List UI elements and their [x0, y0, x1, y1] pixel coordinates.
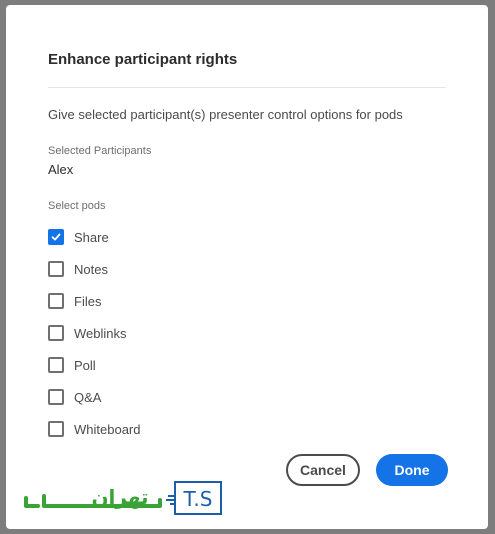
watermark-logo: تهران T.S: [24, 481, 222, 515]
pod-option-qa[interactable]: Q&A: [48, 381, 140, 413]
pod-checkbox-list: Share Notes Files Weblinks Poll Q&A Whit…: [48, 221, 140, 445]
watermark-brand-text: تهران: [91, 485, 148, 509]
files-checkbox[interactable]: [48, 293, 64, 309]
pod-option-share[interactable]: Share: [48, 221, 140, 253]
select-pods-label: Select pods: [48, 200, 106, 212]
share-label: Share: [74, 229, 109, 245]
title-divider: [48, 87, 446, 88]
watermark-logo-text: T.S: [183, 487, 213, 511]
weblinks-label: Weblinks: [74, 325, 127, 341]
pod-option-notes[interactable]: Notes: [48, 253, 140, 285]
selected-participant-name: Alex: [48, 162, 74, 177]
enhance-rights-dialog: Enhance participant rights Give selected…: [6, 5, 488, 529]
cancel-button[interactable]: Cancel: [286, 454, 360, 486]
qa-checkbox[interactable]: [48, 389, 64, 405]
pod-option-weblinks[interactable]: Weblinks: [48, 317, 140, 349]
qa-label: Q&A: [74, 389, 102, 405]
notes-label: Notes: [74, 261, 108, 277]
whiteboard-label: Whiteboard: [74, 421, 141, 437]
files-label: Files: [74, 293, 102, 309]
whiteboard-checkbox[interactable]: [48, 421, 64, 437]
share-checkbox[interactable]: [48, 229, 64, 245]
pod-option-whiteboard[interactable]: Whiteboard: [48, 413, 140, 445]
poll-checkbox[interactable]: [48, 357, 64, 373]
checkmark-icon: [51, 233, 61, 241]
weblinks-checkbox[interactable]: [48, 325, 64, 341]
pod-option-files[interactable]: Files: [48, 285, 140, 317]
dialog-description: Give selected participant(s) presenter c…: [48, 107, 403, 122]
done-button[interactable]: Done: [376, 454, 448, 486]
poll-label: Poll: [74, 357, 96, 373]
dialog-title: Enhance participant rights: [48, 51, 238, 68]
notes-checkbox[interactable]: [48, 261, 64, 277]
pod-option-poll[interactable]: Poll: [48, 349, 140, 381]
selected-participants-label: Selected Participants: [48, 145, 152, 157]
